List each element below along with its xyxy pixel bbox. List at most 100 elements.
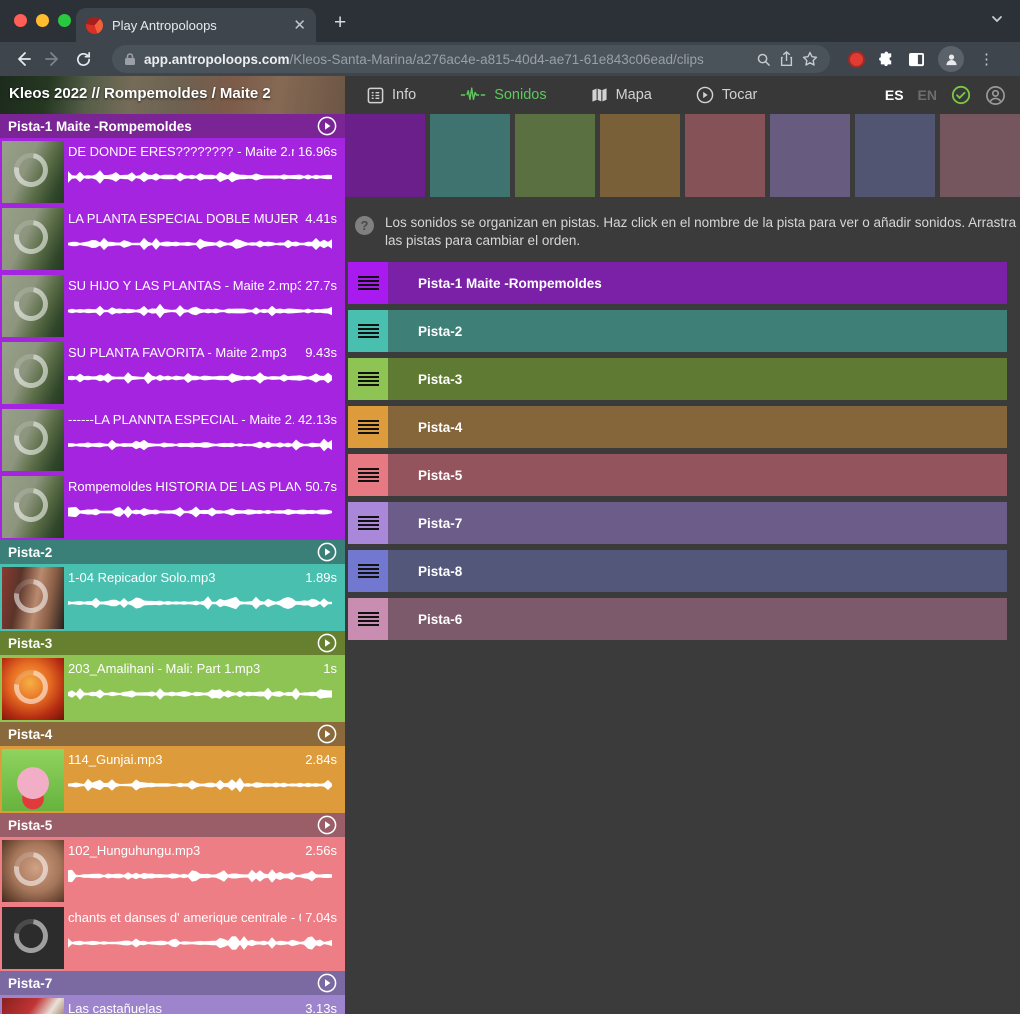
drag-handle[interactable] [348,262,388,304]
track-header-4[interactable]: Pista-4 [0,722,345,746]
pista-row-body[interactable]: Pista-7 [388,502,1007,544]
tab-info[interactable]: Info [345,76,438,114]
track-play-button[interactable] [317,724,337,744]
track-play-button[interactable] [317,633,337,653]
clip-waveform [68,501,333,523]
lock-icon[interactable] [124,52,136,66]
account-icon[interactable] [985,85,1006,106]
track-play-button[interactable] [317,815,337,835]
main-panel: ? Los sonidos se organizan en pistas. Ha… [345,114,1020,1014]
pista-row[interactable]: Pista-5 [348,454,1007,496]
tab-title: Play Antropoloops [112,18,284,33]
new-tab-button[interactable]: + [334,11,346,42]
drag-handle[interactable] [348,358,388,400]
drag-handle-icon [358,610,379,628]
bookmark-star-icon[interactable] [802,51,818,67]
drag-handle[interactable] [348,550,388,592]
lang-es-button[interactable]: ES [885,87,904,103]
tab-tocar[interactable]: Tocar [674,76,779,114]
close-window-button[interactable] [14,14,27,27]
clip-duration: 16.96s [298,144,337,159]
tab-mapa[interactable]: Mapa [569,76,674,114]
profile-avatar[interactable] [938,46,964,72]
lang-en-button[interactable]: EN [918,87,937,103]
loop-ring-icon [7,280,54,327]
clip-row[interactable]: chants et danses d' amerique centrale - … [0,904,345,971]
clip-duration: 4.41s [305,211,337,226]
pista-row-body[interactable]: Pista-8 [388,550,1007,592]
back-button[interactable] [10,46,36,72]
tab-sonidos[interactable]: Sonidos [438,76,568,114]
track-play-button[interactable] [317,542,337,562]
pista-row[interactable]: Pista-7 [348,502,1007,544]
track-header-1[interactable]: Pista-1 Maite -Rompemoldes [0,114,345,138]
clip-row[interactable]: 203_Amalihani - Mali: Part 1.mp31s [0,655,345,722]
pista-row-body[interactable]: Pista-5 [388,454,1007,496]
url-text[interactable]: app.antropoloops.com/Kleos-Santa-Marina/… [144,52,748,67]
track-name: Pista-7 [8,976,317,991]
clip-name: SU PLANTA FAVORITA - Maite 2.mp3 [68,345,301,360]
clip-waveform [68,774,333,796]
pista-row-body[interactable]: Pista-3 [388,358,1007,400]
track-header-6[interactable]: Pista-7 [0,971,345,995]
pista-row[interactable]: Pista-8 [348,550,1007,592]
pista-row[interactable]: Pista-2 [348,310,1007,352]
browser-menu-kebab-icon[interactable]: ⋮ [979,50,994,68]
clip-duration: 9.43s [305,345,337,360]
loop-ring-icon [7,481,54,528]
pista-row-body[interactable]: Pista-1 Maite -Rompemoldes [388,262,1007,304]
browser-tab[interactable]: Play Antropoloops ✕ [76,8,316,42]
window-controls[interactable] [14,14,71,27]
pista-row-body[interactable]: Pista-4 [388,406,1007,448]
clip-row[interactable]: DE DONDE ERES???????? - Maite 2.mp316.96… [0,138,345,205]
track-header-2[interactable]: Pista-2 [0,540,345,564]
clip-row[interactable]: LA PLANTA ESPECIAL DOBLE MUJER - Mai...4… [0,205,345,272]
project-banner: Kleos 2022 // Rompemoldes / Maite 2 [0,76,345,114]
drag-handle[interactable] [348,406,388,448]
drag-handle[interactable] [348,598,388,640]
split-view-icon[interactable] [908,52,925,67]
clip-row[interactable]: ------LA PLANNTA ESPECIAL - Maite 2.mp34… [0,406,345,473]
color-swatch-2 [430,114,510,197]
minimize-window-button[interactable] [36,14,49,27]
clip-row[interactable]: Las castañuelas3.13s [0,995,345,1014]
pista-row-body[interactable]: Pista-6 [388,598,1007,640]
track-play-button[interactable] [317,116,337,136]
header-right: ES EN [885,76,1020,114]
clip-row[interactable]: SU PLANTA FAVORITA - Maite 2.mp3 9.43s [0,339,345,406]
pista-row-label: Pista-4 [418,420,462,435]
pista-row[interactable]: Pista-3 [348,358,1007,400]
drag-handle[interactable] [348,310,388,352]
clip-thumbnail [2,840,64,902]
clip-row[interactable]: 102_Hunguhungu.mp32.56s [0,837,345,904]
pista-row[interactable]: Pista-1 Maite -Rompemoldes [348,262,1007,304]
track-name: Pista-5 [8,818,317,833]
extensions-puzzle-icon[interactable] [878,51,895,68]
color-swatch-6 [770,114,850,197]
drag-handle[interactable] [348,502,388,544]
pista-row[interactable]: Pista-6 [348,598,1007,640]
track-header-5[interactable]: Pista-5 [0,813,345,837]
drag-handle-icon [358,322,379,340]
address-bar[interactable]: app.antropoloops.com/Kleos-Santa-Marina/… [112,45,830,73]
clip-name: 1-04 Repicador Solo.mp3 [68,570,301,585]
clip-row[interactable]: 114_Gunjai.mp32.84s [0,746,345,813]
track-play-button[interactable] [317,973,337,993]
clip-row[interactable]: Rompemoldes HISTORIA DE LAS PLANTAS...50… [0,473,345,540]
pista-row[interactable]: Pista-4 [348,406,1007,448]
share-icon[interactable] [779,51,794,67]
clip-row[interactable]: SU HIJO Y LAS PLANTAS - Maite 2.mp327.7s [0,272,345,339]
clip-waveform [68,434,333,456]
zoom-window-button[interactable] [58,14,71,27]
clip-row[interactable]: 1-04 Repicador Solo.mp31.89s [0,564,345,631]
drag-handle[interactable] [348,454,388,496]
drag-handle-icon [358,514,379,532]
tab-close-icon[interactable]: ✕ [293,16,306,34]
track-header-3[interactable]: Pista-3 [0,631,345,655]
pista-row-body[interactable]: Pista-2 [388,310,1007,352]
zoom-page-icon[interactable] [756,52,771,67]
record-extension-icon[interactable] [848,51,865,68]
forward-button[interactable] [40,46,66,72]
reload-button[interactable] [70,46,96,72]
tab-search-chevron-icon[interactable] [990,12,1004,31]
